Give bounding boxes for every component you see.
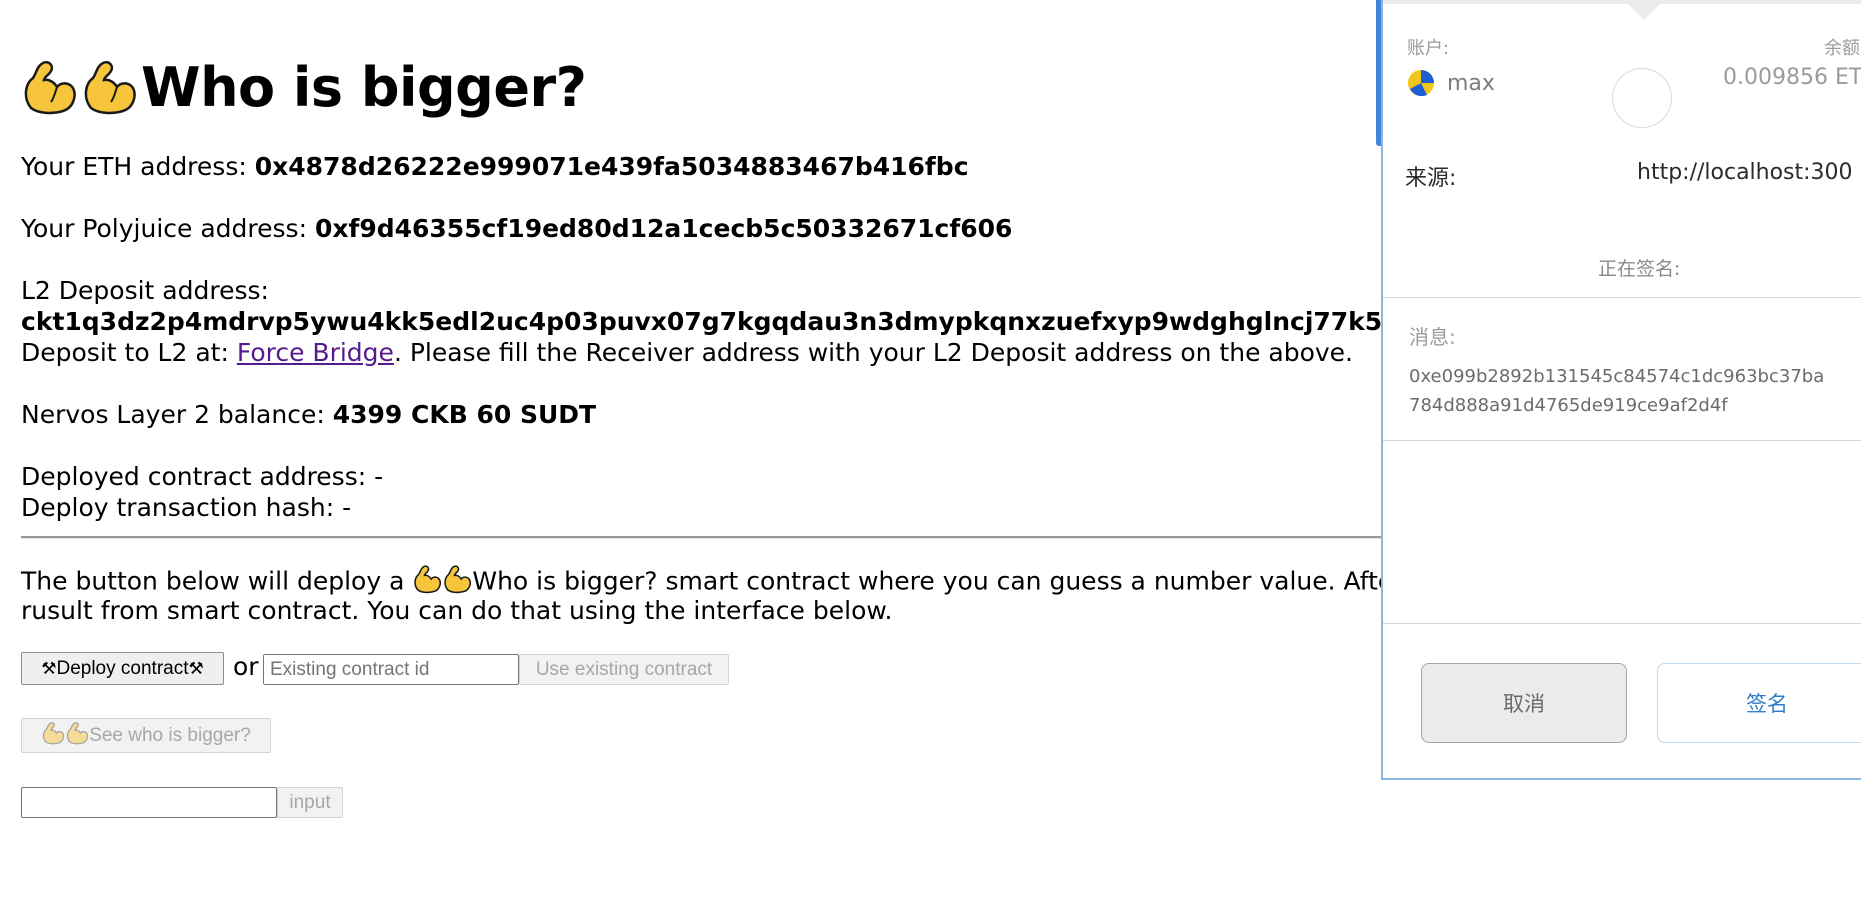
use-existing-contract-button[interactable]: Use existing contract bbox=[519, 654, 729, 685]
deploy-contract-label: Deploy contract bbox=[56, 657, 189, 679]
deployed-contract-label: Deployed contract address: bbox=[21, 462, 375, 491]
balance-label: 余额 bbox=[1824, 38, 1860, 59]
eth-address-value: 0x4878d26222e999071e439fa5034883467b416f… bbox=[254, 152, 969, 181]
message-line-1: 0xe099b2892b131545c84574c1dc963bc37ba bbox=[1409, 366, 1825, 387]
deposit-instructions: Deposit to L2 at: Force Bridge. Please f… bbox=[21, 337, 1353, 368]
number-input[interactable] bbox=[21, 787, 277, 818]
popup-caret bbox=[1624, 0, 1664, 20]
flexed-biceps-icon bbox=[65, 721, 89, 751]
input-button[interactable]: input bbox=[277, 787, 343, 818]
page-title-text: Who is bigger? bbox=[141, 56, 587, 119]
polyjuice-address-label: Your Polyjuice address: bbox=[21, 214, 315, 243]
section-divider bbox=[21, 536, 1421, 539]
message-line-2: 784d888a91d4765de919ce9af2d4f bbox=[1409, 395, 1728, 416]
deployed-contract-value: - bbox=[374, 462, 384, 491]
wallet-signature-popup: 账户: 余额 max 0.009856 ETH 来源: http://local… bbox=[1381, 0, 1861, 780]
cancel-label: 取消 bbox=[1503, 692, 1545, 716]
description-line-2: rusult from smart contract. You can do t… bbox=[21, 596, 893, 625]
polyjuice-address-value: 0xf9d46355cf19ed80d12a1cecb5c50332671cf6… bbox=[314, 214, 1013, 243]
popup-top-band bbox=[1383, 0, 1861, 4]
contract-id-input[interactable]: Existing contract id bbox=[263, 654, 519, 685]
force-bridge-link[interactable]: Force Bridge bbox=[237, 338, 394, 367]
sign-button[interactable]: 签名 bbox=[1657, 663, 1861, 743]
l2-deposit-value-row: ckt1q3dz2p4mdrvp5ywu4kk5edl2uc4p03puvx07… bbox=[21, 306, 1603, 337]
contract-id-placeholder: Existing contract id bbox=[270, 658, 430, 680]
see-who-is-bigger-label: See who is bigger? bbox=[89, 724, 251, 746]
deposit-prefix: Deposit to L2 at: bbox=[21, 338, 237, 367]
deploy-tx-value: - bbox=[342, 493, 352, 522]
description-line-1-pre: The button below will deploy a bbox=[21, 566, 413, 596]
flexed-biceps-icon bbox=[21, 58, 77, 116]
or-text: or bbox=[233, 652, 259, 681]
hammer-and-wrench-icon: ⚒ bbox=[188, 658, 204, 678]
input-button-label: input bbox=[289, 791, 331, 813]
message-label: 消息: bbox=[1409, 325, 1456, 349]
account-circle-icon bbox=[1612, 68, 1672, 128]
flexed-biceps-icon bbox=[81, 58, 137, 116]
use-existing-contract-label: Use existing contract bbox=[535, 658, 713, 680]
sign-label: 签名 bbox=[1746, 692, 1788, 716]
separator bbox=[1383, 440, 1861, 441]
account-name: max bbox=[1447, 71, 1495, 96]
see-who-is-bigger-button[interactable]: See who is bigger? bbox=[21, 718, 271, 753]
cancel-button[interactable]: 取消 bbox=[1421, 663, 1627, 743]
account-label: 账户: bbox=[1407, 38, 1450, 59]
l2-balance-value: 4399 CKB 60 SUDT bbox=[332, 400, 597, 429]
l2-deposit-label: L2 Deposit address: bbox=[21, 276, 269, 305]
deposit-suffix: . Please fill the Receiver address with … bbox=[393, 338, 1354, 367]
l2-deposit-value: ckt1q3dz2p4mdrvp5ywu4kk5edl2uc4p03puvx07… bbox=[21, 307, 1604, 336]
deployed-contract-row: Deployed contract address: - bbox=[21, 461, 383, 492]
identicon-icon bbox=[1407, 69, 1435, 97]
hammer-and-wrench-icon: ⚒ bbox=[41, 658, 57, 678]
description-line-1-post: Who is bigger? smart contract where you … bbox=[472, 566, 1490, 596]
flexed-biceps-icon bbox=[41, 721, 65, 751]
message-content: 0xe099b2892b131545c84574c1dc963bc37ba 78… bbox=[1409, 362, 1824, 420]
separator bbox=[1383, 297, 1861, 298]
eth-address-row: Your ETH address: 0x4878d26222e999071e43… bbox=[21, 151, 969, 182]
deploy-tx-row: Deploy transaction hash: - bbox=[21, 492, 351, 523]
deploy-contract-button[interactable]: ⚒ Deploy contract ⚒ bbox=[21, 652, 224, 685]
balance-value: 0.009856 ETH bbox=[1723, 65, 1861, 90]
origin-value: http://localhost:300 bbox=[1637, 160, 1853, 185]
l2-balance-row: Nervos Layer 2 balance: 4399 CKB 60 SUDT bbox=[21, 399, 596, 430]
deploy-tx-label: Deploy transaction hash: bbox=[21, 493, 343, 522]
l2-balance-label: Nervos Layer 2 balance: bbox=[21, 400, 333, 429]
polyjuice-address-row: Your Polyjuice address: 0xf9d46355cf19ed… bbox=[21, 213, 1012, 244]
signing-label: 正在签名: bbox=[1598, 258, 1681, 280]
separator bbox=[1383, 623, 1861, 624]
page-title: Who is bigger? bbox=[21, 50, 587, 126]
origin-label: 来源: bbox=[1405, 166, 1457, 191]
eth-address-label: Your ETH address: bbox=[21, 152, 255, 181]
